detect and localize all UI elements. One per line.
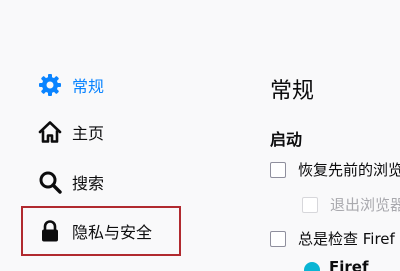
home-icon	[38, 120, 62, 144]
highlight-box	[21, 206, 181, 256]
restore-session-checkbox[interactable]	[270, 161, 286, 178]
restore-session-row[interactable]: 恢复先前的浏览	[270, 159, 400, 180]
search-icon	[38, 170, 62, 194]
warn-quit-checkbox	[302, 196, 318, 213]
startup-heading: 启动	[270, 130, 303, 149]
sidebar-item-label: 搜索	[72, 174, 105, 193]
warn-quit-row: 退出浏览器	[302, 194, 400, 215]
sidebar: 常规 主页 搜索 隐私与安全	[0, 0, 235, 271]
sidebar-item-label: 常规	[72, 77, 105, 96]
sidebar-item-search[interactable]: 搜索	[38, 170, 104, 194]
page-title: 常规	[270, 79, 315, 104]
firefox-icon	[304, 262, 320, 271]
gear-icon	[38, 73, 62, 97]
check-default-checkbox[interactable]	[270, 230, 286, 247]
check-default-row[interactable]: 总是检查 Firef	[270, 228, 395, 249]
check-default-label: 总是检查 Firef	[298, 230, 395, 248]
default-browser-status: Firef	[329, 258, 369, 271]
main-content: 常规 启动 恢复先前的浏览 退出浏览器 总是检查 Firef Firef	[236, 0, 400, 271]
sidebar-item-general[interactable]: 常规	[38, 73, 104, 97]
sidebar-item-label: 主页	[72, 124, 105, 143]
restore-session-label: 恢复先前的浏览	[298, 161, 400, 179]
warn-quit-label: 退出浏览器	[330, 196, 400, 214]
sidebar-item-home[interactable]: 主页	[38, 120, 104, 144]
